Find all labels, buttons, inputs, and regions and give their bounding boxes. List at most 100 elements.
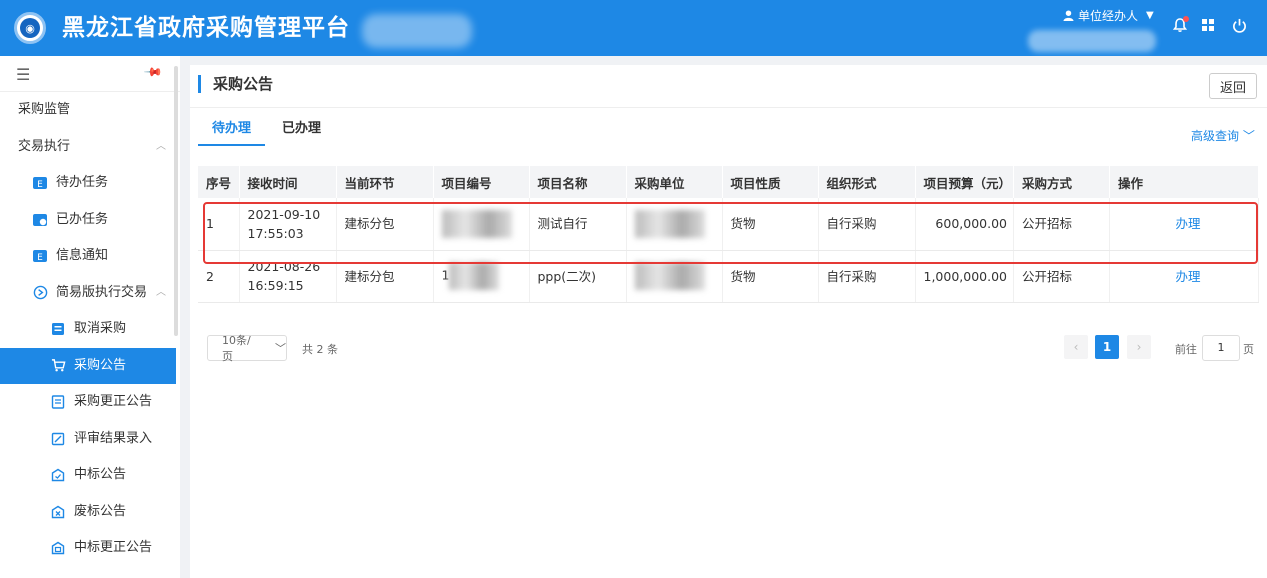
- back-button[interactable]: 返回: [1209, 73, 1257, 99]
- cell-method: 公开招标: [1013, 198, 1110, 251]
- advanced-search-label: 高级查询: [1191, 129, 1240, 143]
- sidebar-item-label: 废标公告: [74, 503, 127, 519]
- todo-icon: E: [32, 175, 48, 191]
- cell-time: 2021-08-26 16:59:15: [239, 250, 337, 303]
- cell-index: 1: [198, 198, 240, 251]
- cell-purchaser: [626, 250, 723, 303]
- notification-dot: [1183, 16, 1189, 22]
- sidebar-item-label: 待办任务: [56, 175, 109, 190]
- svg-text:E: E: [37, 180, 43, 190]
- goto-suffix: 页: [1243, 343, 1254, 356]
- page-1-button[interactable]: 1: [1095, 335, 1119, 359]
- power-icon[interactable]: [1229, 15, 1249, 35]
- total-count: 共 2 条: [302, 343, 338, 356]
- sidebar-item-void-notice[interactable]: 废标公告: [0, 494, 176, 531]
- user-menu[interactable]: 单位经办人 ▼: [1063, 7, 1154, 24]
- redacted-value: [441, 209, 512, 238]
- cell-purchaser: [626, 198, 723, 251]
- handle-link[interactable]: 办理: [1175, 216, 1200, 231]
- user-icon: [1063, 10, 1074, 21]
- col-stage: 当前环节: [336, 166, 434, 198]
- edit-doc-icon: [50, 431, 66, 447]
- cell-org-form: 自行采购: [818, 250, 916, 303]
- sidebar-item-label: 采购更正公告: [74, 394, 153, 409]
- col-project-name: 项目名称: [529, 166, 627, 198]
- divider: [190, 107, 1267, 108]
- notice-icon: E: [32, 248, 48, 264]
- table-row: 1 2021-09-10 17:55:03 建标分包 测试自行 货物 自行采购 …: [198, 198, 1259, 251]
- page-size-select[interactable]: 10条/页 ﹀: [207, 334, 287, 363]
- redacted-value: [634, 262, 705, 290]
- col-purchaser: 采购单位: [626, 166, 723, 198]
- cell-stage: 建标分包: [336, 198, 434, 251]
- chevron-up-icon: ︿: [156, 286, 166, 298]
- emblem-icon: ◉: [14, 12, 46, 44]
- cell-project-no: [433, 198, 530, 251]
- sidebar-item-label: 评审结果录入: [74, 430, 153, 446]
- sidebar-item-simple-trade[interactable]: 简易版执行交易 ︿: [0, 275, 176, 312]
- goto-page-input[interactable]: 1: [1202, 335, 1240, 361]
- chevron-down-icon: ▼: [1146, 10, 1154, 21]
- sidebar-item-label: 已办任务: [56, 211, 109, 227]
- sidebar-item-notice[interactable]: E 信息通知: [0, 238, 176, 275]
- tab-processed[interactable]: 已办理: [282, 120, 321, 146]
- col-budget: 项目预算（元）: [915, 166, 1014, 198]
- sidebar-item-purchase-notice[interactable]: 采购公告: [0, 347, 176, 384]
- grid-icon[interactable]: [1198, 15, 1218, 35]
- app-title: 黑龙江省政府采购管理平台: [62, 15, 350, 41]
- col-method: 采购方式: [1013, 166, 1110, 198]
- trade-icon: [32, 285, 48, 301]
- tab-pending[interactable]: 待办理: [198, 120, 266, 146]
- cell-project-name: ppp(二次): [529, 250, 627, 303]
- main-panel: 采购公告 返回 待办理 已办理 高级查询 ﹀ 序号 接收时间 当前环节 项目编号…: [190, 65, 1267, 578]
- sidebar-item-label: 交易执行: [18, 138, 71, 154]
- cell-stage: 建标分包: [336, 250, 434, 303]
- bell-icon[interactable]: [1170, 15, 1190, 35]
- cell-time: 2021-09-10 17:55:03: [239, 198, 337, 251]
- sidebar-item-todo[interactable]: E 待办任务: [0, 165, 176, 202]
- sidebar-item-label: 采购监管: [18, 102, 71, 117]
- goto-prefix: 前往: [1175, 343, 1197, 356]
- chevron-down-icon: ﹀: [275, 342, 286, 355]
- sidebar-item-execution[interactable]: 交易执行 ︿: [0, 129, 176, 166]
- sidebar-item-review-entry[interactable]: 评审结果录入: [0, 421, 176, 458]
- next-page-button[interactable]: ›: [1127, 335, 1151, 359]
- cell-project-no: 1: [433, 250, 530, 303]
- cell-project-name: 测试自行: [529, 198, 627, 251]
- cell-method: 公开招标: [1013, 250, 1110, 303]
- page-title: 采购公告: [198, 75, 273, 93]
- cell-nature: 货物: [722, 250, 819, 303]
- prev-page-button[interactable]: ‹: [1064, 335, 1088, 359]
- sidebar-item-award-correction[interactable]: 中标更正公告: [0, 530, 176, 567]
- sidebar-item-correction-notice[interactable]: 采购更正公告: [0, 384, 176, 421]
- award-doc-icon: [50, 467, 66, 483]
- cell-org-form: 自行采购: [818, 198, 916, 251]
- col-org-form: 组织形式: [818, 166, 916, 198]
- notice-table: 序号 接收时间 当前环节 项目编号 项目名称 采购单位 项目性质 组织形式 项目…: [198, 166, 1259, 303]
- redacted-value: [449, 262, 500, 290]
- sidebar-item-label: 简易版执行交易: [56, 284, 148, 300]
- redacted-region: [1028, 30, 1156, 52]
- page-size-label: 10条/页: [222, 334, 251, 363]
- sidebar-item-label: 取消采购: [74, 321, 127, 336]
- pin-icon[interactable]: 📌: [143, 62, 163, 82]
- sidebar-item-done[interactable]: 已办任务: [0, 202, 176, 239]
- col-time: 接收时间: [239, 166, 337, 198]
- table-header-row: 序号 接收时间 当前环节 项目编号 项目名称 采购单位 项目性质 组织形式 项目…: [198, 166, 1259, 198]
- sidebar-item-award-notice[interactable]: 中标公告: [0, 457, 176, 494]
- col-nature: 项目性质: [722, 166, 819, 198]
- sidebar-scrollbar[interactable]: [174, 66, 178, 336]
- handle-link[interactable]: 办理: [1175, 269, 1200, 284]
- cell-action: 办理: [1109, 250, 1259, 303]
- redacted-region: [362, 14, 472, 48]
- col-project-no: 项目编号: [433, 166, 530, 198]
- cell-budget: 600,000.00: [915, 198, 1014, 251]
- top-header: ◉ 黑龙江省政府采购管理平台 单位经办人 ▼: [0, 0, 1267, 56]
- menu-toggle-icon[interactable]: ☰: [16, 65, 30, 84]
- advanced-search-link[interactable]: 高级查询 ﹀: [1191, 127, 1255, 144]
- cancel-doc-icon: [50, 321, 66, 337]
- sidebar-item-cancel-purchase[interactable]: 取消采购: [0, 311, 176, 348]
- correction-doc-icon: [50, 394, 66, 410]
- sidebar-item-label: 信息通知: [56, 248, 109, 263]
- sidebar-item-supervision[interactable]: 采购监管: [0, 92, 176, 129]
